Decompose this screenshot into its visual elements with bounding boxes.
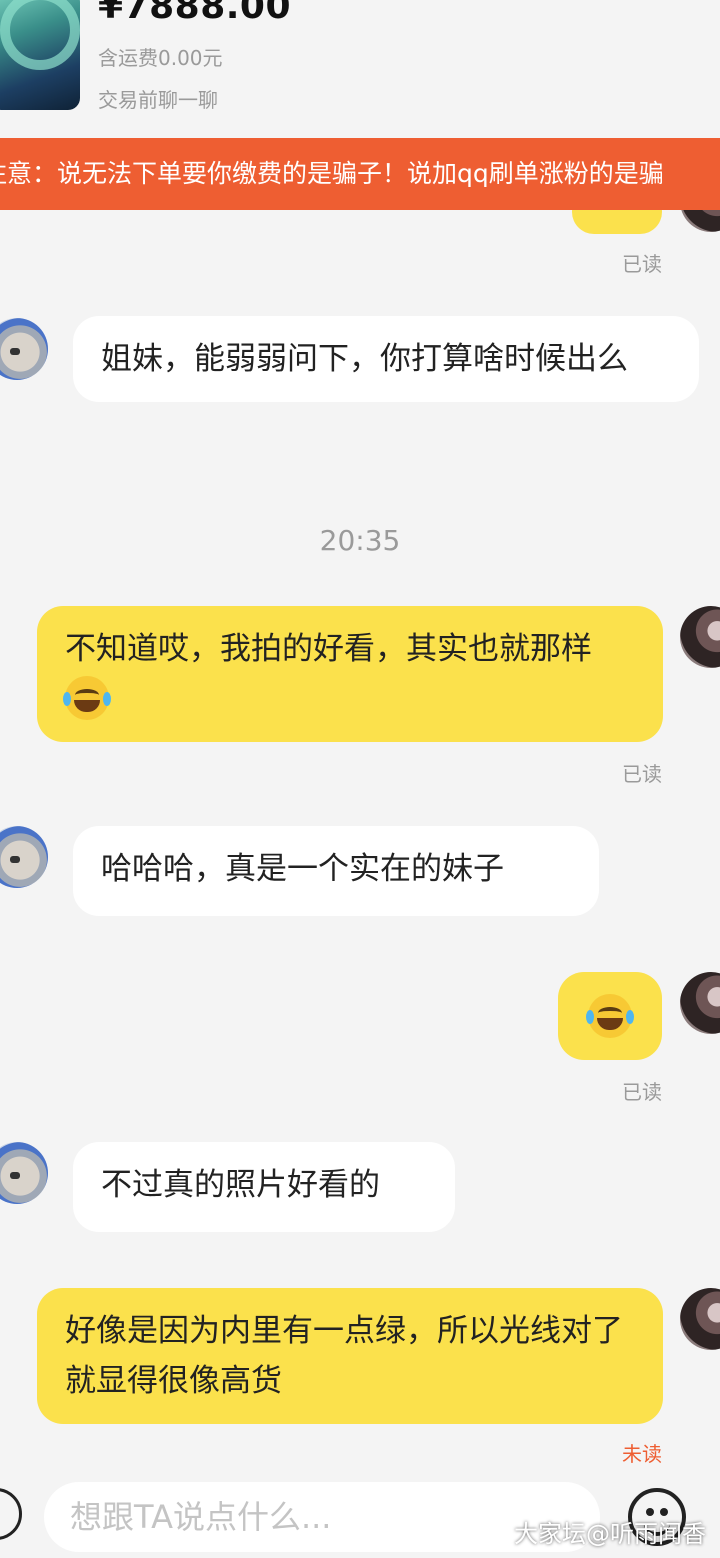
chat-area[interactable]: 已读 姐妹，能弱弱问下，你打算啥时候出么 20:35 不知道哎，我拍的好看，其实… bbox=[0, 210, 720, 1478]
self-avatar[interactable] bbox=[680, 1288, 720, 1350]
message-bubble-outgoing[interactable]: 不知道哎，我拍的好看，其实也就那样 bbox=[37, 606, 663, 742]
read-status: 已读 bbox=[622, 252, 662, 276]
message-bubble-incoming[interactable]: 哈哈哈，真是一个实在的妹子 bbox=[73, 826, 599, 916]
scam-warning-banner: 注意：说无法下单要你缴费的是骗子！说加qq刷单涨粉的是骗 bbox=[0, 138, 720, 210]
voice-toggle-icon[interactable] bbox=[0, 1488, 22, 1540]
message-bubble-outgoing[interactable]: 好像是因为内里有一点绿，所以光线对了就显得很像高货 bbox=[37, 1288, 663, 1424]
watermark: 大家坛@听雨闻香 bbox=[514, 1520, 706, 1548]
read-status: 已读 bbox=[622, 762, 662, 786]
other-avatar[interactable] bbox=[0, 318, 48, 380]
self-avatar[interactable] bbox=[680, 972, 720, 1034]
laughing-tears-emoji-icon bbox=[63, 675, 111, 720]
message-text: 不知道哎，我拍的好看，其实也就那样 bbox=[65, 631, 592, 667]
message-bubble-incoming[interactable]: 不过真的照片好看的 bbox=[73, 1142, 455, 1232]
time-divider: 20:35 bbox=[319, 524, 401, 557]
warning-text: 注意：说无法下单要你缴费的是骗子！说加qq刷单涨粉的是骗 bbox=[0, 159, 664, 188]
laughing-tears-emoji-icon bbox=[586, 993, 634, 1038]
chat-before-trade: 交易前聊一聊 bbox=[98, 88, 218, 112]
self-avatar[interactable] bbox=[680, 210, 720, 232]
product-price: ¥7888.00 bbox=[98, 0, 292, 27]
unread-status: 未读 bbox=[622, 1442, 662, 1466]
message-bubble-outgoing-emoji[interactable] bbox=[558, 972, 662, 1060]
message-bubble-incoming[interactable]: 姐妹，能弱弱问下，你打算啥时候出么 bbox=[73, 316, 699, 402]
self-avatar[interactable] bbox=[680, 606, 720, 668]
jade-bangle-image bbox=[0, 0, 80, 70]
other-avatar[interactable] bbox=[0, 826, 48, 888]
product-thumbnail[interactable] bbox=[0, 0, 80, 110]
read-status: 已读 bbox=[622, 1080, 662, 1104]
shipping-fee: 含运费0.00元 bbox=[98, 46, 223, 70]
other-avatar[interactable] bbox=[0, 1142, 48, 1204]
message-bubble-partial[interactable] bbox=[572, 210, 662, 234]
product-header[interactable]: ¥7888.00 含运费0.00元 交易前聊一聊 bbox=[0, 0, 720, 138]
